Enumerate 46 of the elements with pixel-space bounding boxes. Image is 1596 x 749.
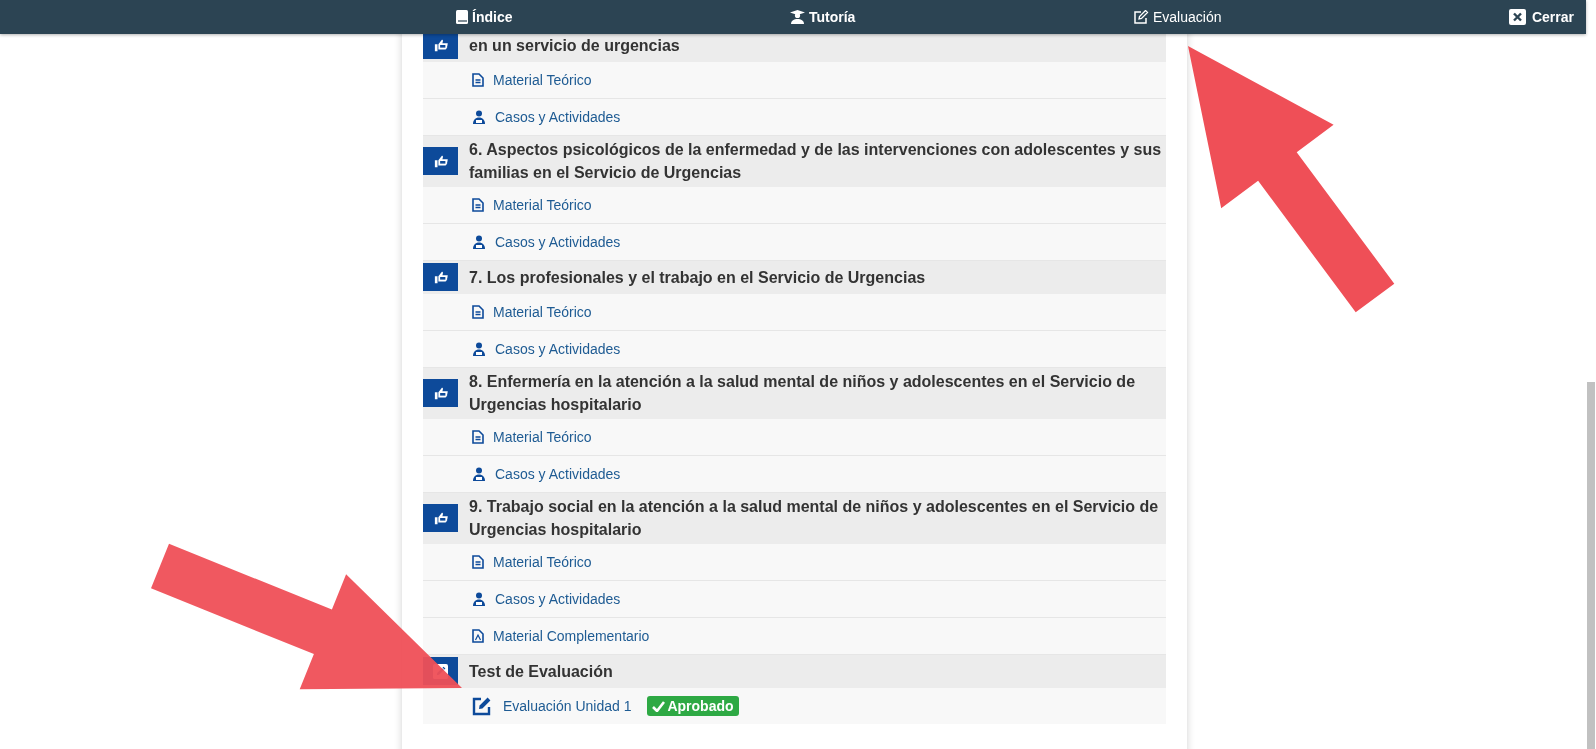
- person-icon: [472, 235, 486, 249]
- course-link[interactable]: Casos y Actividades: [495, 341, 621, 357]
- edit-icon: [1134, 10, 1149, 24]
- badge-label: Aprobado: [667, 698, 734, 714]
- unit-title: en un servicio de urgencias: [469, 35, 680, 56]
- document-icon: [472, 555, 484, 569]
- close-button[interactable]: Cerrar: [1508, 9, 1574, 25]
- course-link[interactable]: Casos y Actividades: [495, 109, 621, 125]
- unit-title: 6. Aspectos psicológicos de la enfermedad y de las intervenciones con adolescentes y sus familias en el Servicio de Urgencias: [469, 140, 1163, 183]
- course-link[interactable]: Material Complementario: [493, 628, 650, 644]
- course-link[interactable]: Material Teórico: [493, 197, 592, 213]
- course-link[interactable]: Casos y Actividades: [495, 234, 621, 250]
- person-icon: [472, 592, 486, 606]
- person-icon: [472, 342, 486, 356]
- pointing-hand-icon: [433, 386, 448, 400]
- unit-title: 8. Enfermería en la atención a la salud mental de niños y adolescentes en el Servicio de Urgencias hospitalario: [469, 372, 1137, 415]
- pointing-hand-icon: [433, 154, 448, 168]
- nav-tab[interactable]: Evaluación: [1134, 9, 1222, 25]
- course-link[interactable]: Casos y Actividades: [495, 591, 621, 607]
- unit-title: 9. Trabajo social en la atención a la salud mental de niños y adolescentes en el Servicio de Urgencias hospitalario: [469, 497, 1160, 540]
- document-icon: [472, 305, 484, 319]
- pointing-hand-icon: [433, 270, 448, 284]
- nav-tab[interactable]: Índice: [456, 9, 513, 25]
- scrollbar-thumb[interactable]: [1587, 382, 1595, 749]
- pointing-hand-icon: [433, 38, 448, 52]
- check-icon: [652, 700, 666, 712]
- edit-icon: [472, 696, 492, 716]
- course-link[interactable]: Material Teórico: [493, 72, 592, 88]
- course-link[interactable]: Material Teórico: [493, 429, 592, 445]
- close-icon: [1508, 9, 1526, 25]
- pointing-hand-icon: [433, 511, 448, 525]
- document-icon: [472, 430, 484, 444]
- nav-tab[interactable]: Tutoría: [790, 9, 856, 25]
- graduate-icon: [790, 10, 805, 24]
- course-link[interactable]: Evaluación Unidad 1: [503, 698, 632, 714]
- document-icon: [472, 73, 484, 87]
- person-icon: [472, 110, 486, 124]
- course-link[interactable]: Material Teórico: [493, 554, 592, 570]
- course-link[interactable]: Casos y Actividades: [495, 466, 621, 482]
- pdf-file-icon: [472, 629, 484, 643]
- book-icon: [456, 10, 468, 24]
- unit-title: Test de Evaluación: [469, 661, 613, 682]
- unit-title: 7. Los profesionales y el trabajo en el Servicio de Urgencias: [469, 267, 926, 288]
- course-link[interactable]: Material Teórico: [493, 304, 592, 320]
- person-icon: [472, 467, 486, 481]
- document-icon: [472, 198, 484, 212]
